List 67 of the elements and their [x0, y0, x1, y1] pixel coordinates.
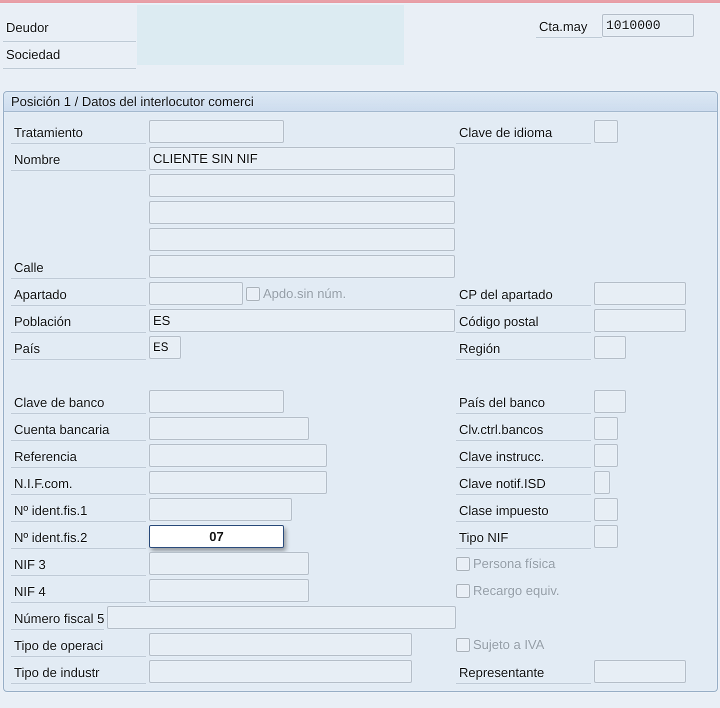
field-label: CP del apartado [456, 282, 591, 306]
field-label: Tipo de operaci [11, 632, 146, 656]
input-field[interactable] [594, 120, 618, 143]
input-field[interactable] [149, 552, 309, 575]
field-label: Cuenta bancaria [11, 416, 146, 440]
field-label: Código postal [456, 308, 591, 332]
field-label: Tipo NIF [456, 524, 591, 548]
field-label: Nº ident.fis.2 [11, 524, 146, 548]
field-label: País [11, 336, 146, 360]
input-field[interactable] [149, 174, 455, 197]
input-field[interactable] [107, 606, 456, 629]
input-field[interactable] [594, 309, 686, 332]
field-label: Nº ident.fis.1 [11, 498, 146, 522]
section-title: Posición 1 / Datos del interlocutor comerci [4, 92, 717, 112]
input-field[interactable] [149, 633, 412, 656]
input-field[interactable] [149, 417, 309, 440]
field-label: Clv.ctrl.bancos [456, 416, 591, 440]
input-field[interactable]: ES [149, 309, 455, 332]
field-label: Tratamiento [11, 120, 146, 144]
field-label: Deudor [3, 15, 136, 42]
input-field[interactable] [594, 444, 618, 467]
input-field[interactable] [594, 336, 626, 359]
input-field[interactable] [149, 282, 243, 305]
input-field[interactable] [149, 390, 284, 413]
input-field[interactable] [594, 498, 618, 521]
field-label: NIF 4 [11, 578, 146, 602]
input-field[interactable] [149, 471, 327, 494]
field-label: Clase impuesto [456, 498, 591, 522]
checkbox-label: Sujeto a IVA [473, 637, 544, 652]
input-field[interactable] [149, 255, 455, 278]
field-label: Apartado [11, 282, 146, 306]
field-label: NIF 3 [11, 552, 146, 576]
input-field[interactable] [149, 444, 327, 467]
checkbox-label: Persona física [473, 556, 556, 571]
field-label: Sociedad [3, 42, 136, 69]
field-label: Representante [456, 660, 591, 684]
input-field[interactable]: 07 [149, 525, 284, 548]
field-label: Clave instrucc. [456, 444, 591, 468]
input-field[interactable] [149, 201, 455, 224]
input-field[interactable] [594, 282, 686, 305]
input-field[interactable] [149, 120, 284, 143]
input-field[interactable] [594, 660, 686, 683]
input-field[interactable]: 1010000 [602, 14, 694, 37]
field-label: Tipo de industr [11, 660, 146, 684]
input-field[interactable] [594, 390, 626, 413]
input-field[interactable] [149, 660, 412, 683]
field-label: Población [11, 308, 146, 332]
field-label: Referencia [11, 444, 146, 468]
checkbox-label: Recargo equiv. [473, 583, 560, 598]
field-label: N.I.F.com. [11, 470, 146, 494]
field-label: Región [456, 336, 591, 360]
field-label: Nombre [11, 146, 146, 170]
field-label: Número fiscal 5 [11, 606, 104, 630]
field-label: Clave de banco [11, 390, 146, 414]
input-field[interactable]: CLIENTE SIN NIF [149, 147, 455, 170]
field-label: Calle [11, 254, 146, 278]
field-label: Clave de idioma [456, 120, 591, 144]
input-field[interactable] [594, 471, 610, 494]
input-field[interactable]: ES [149, 336, 181, 359]
field-label: Clave notif.ISD [456, 470, 591, 494]
input-field[interactable] [594, 417, 618, 440]
input-field[interactable] [594, 525, 618, 548]
input-field[interactable] [149, 579, 309, 602]
field-label: País del banco [456, 390, 591, 414]
input-field[interactable] [149, 228, 455, 251]
input-field[interactable] [149, 498, 292, 521]
checkbox-label: Apdo.sin núm. [263, 286, 346, 301]
